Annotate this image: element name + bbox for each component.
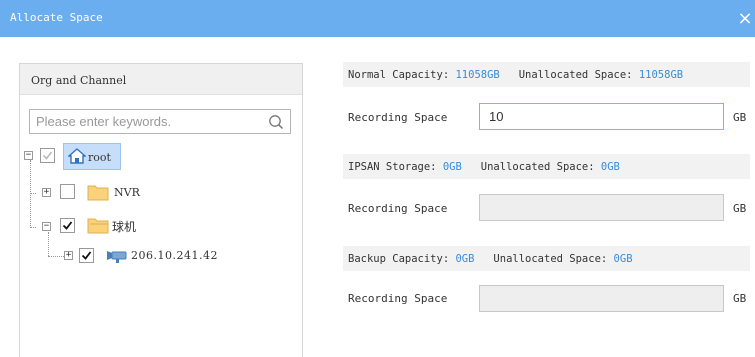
ipsan-recording-label: Recording Space — [348, 202, 448, 215]
dialog-titlebar: Allocate Space × — [0, 0, 755, 37]
folder-open-icon — [87, 218, 109, 234]
normal-capacity-label: Normal Capacity: — [348, 69, 450, 81]
folder-icon — [87, 185, 109, 201]
dialog-title: Allocate Space — [10, 11, 103, 24]
dome-camera-group-checkbox[interactable] — [60, 218, 75, 233]
normal-capacity-bar: Normal Capacity: 11058GB Unallocated Spa… — [343, 62, 750, 87]
camera-icon — [107, 251, 127, 263]
backup-unallocated-label: Unallocated Space: — [493, 253, 608, 265]
ipsan-recording-input[interactable] — [480, 195, 723, 220]
tree-connector — [30, 193, 36, 194]
search-input[interactable] — [30, 110, 262, 133]
panel-header: Org and Channel — [20, 64, 302, 95]
expand-toggle[interactable]: + — [42, 188, 51, 197]
tree-node-nvr-label[interactable]: NVR — [114, 186, 140, 199]
normal-unallocated-value: 11058GB — [638, 69, 684, 81]
normal-capacity-value: 11058GB — [455, 69, 500, 81]
backup-capacity-label: Backup Capacity: — [348, 253, 450, 265]
ipsan-recording-field — [479, 194, 724, 221]
backup-capacity-bar: Backup Capacity: 0GB Unallocated Space: … — [343, 246, 750, 271]
panel-header-label: Org and Channel — [31, 74, 127, 87]
backup-recording-input[interactable] — [480, 286, 723, 311]
org-channel-panel: Org and Channel — [19, 63, 303, 357]
tree-connector — [30, 160, 31, 228]
search-icon[interactable] — [268, 114, 284, 130]
ipsan-capacity-value: 0GB — [442, 161, 462, 173]
close-icon[interactable]: × — [737, 10, 753, 28]
normal-unit: GB — [733, 111, 747, 124]
camera-checkbox[interactable] — [79, 248, 94, 263]
tree-node-group-label[interactable]: 球机 — [112, 218, 136, 235]
expand-toggle[interactable]: + — [64, 251, 73, 260]
tree-connector — [48, 232, 49, 256]
ipsan-capacity-label: IPSAN Storage: — [348, 161, 437, 173]
tree-node-camera-label[interactable]: 206.10.241.42 — [131, 249, 218, 262]
tree-connector — [30, 227, 36, 228]
root-checkbox[interactable] — [40, 148, 55, 163]
backup-unit: GB — [733, 292, 747, 305]
search-box — [29, 109, 291, 134]
ipsan-capacity-bar: IPSAN Storage: 0GB Unallocated Space: 0G… — [343, 154, 750, 179]
ipsan-unit: GB — [733, 202, 747, 215]
normal-recording-input[interactable] — [480, 104, 723, 129]
backup-capacity-value: 0GB — [455, 253, 475, 265]
backup-recording-field — [479, 285, 724, 312]
ipsan-unallocated-label: Unallocated Space: — [480, 161, 595, 173]
collapse-toggle[interactable]: − — [24, 151, 33, 160]
home-icon — [68, 148, 86, 164]
tree-connector — [48, 256, 64, 257]
nvr-checkbox[interactable] — [60, 184, 75, 199]
ipsan-unallocated-value: 0GB — [600, 161, 620, 173]
backup-recording-label: Recording Space — [348, 292, 448, 305]
normal-unallocated-label: Unallocated Space: — [518, 69, 633, 81]
normal-recording-label: Recording Space — [348, 111, 448, 124]
collapse-toggle[interactable]: − — [42, 222, 51, 231]
tree-node-root-label[interactable]: root — [88, 151, 111, 164]
normal-recording-field — [479, 103, 724, 130]
backup-unallocated-value: 0GB — [613, 253, 633, 265]
